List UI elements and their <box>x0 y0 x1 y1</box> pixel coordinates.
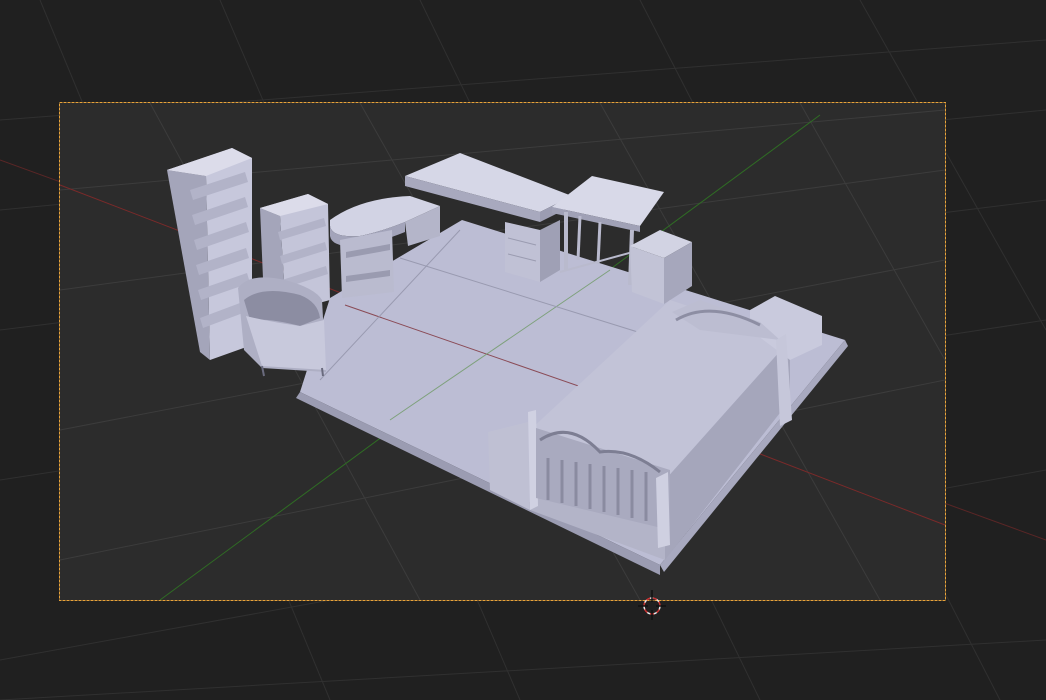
3d-viewport[interactable] <box>0 0 1046 700</box>
